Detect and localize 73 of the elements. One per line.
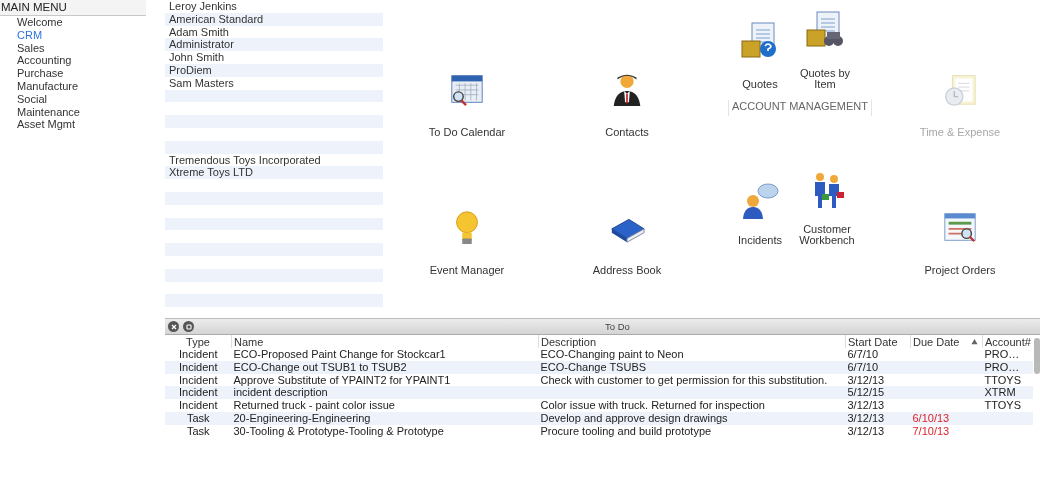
window-button[interactable] (183, 321, 194, 332)
table-cell: 6/7/10 (847, 360, 879, 373)
person-speech-icon[interactable] (740, 181, 780, 221)
menu-item[interactable]: Welcome (0, 16, 63, 29)
tile-label[interactable]: Address Book (592, 264, 662, 276)
table-cell: Incident (179, 399, 218, 412)
table-cell: XTRM (984, 386, 1016, 399)
account-name[interactable]: Sam Masters (169, 76, 234, 89)
table-cell: ECO-Proposed Paint Change for Stockcar1 (233, 348, 446, 361)
menu-item[interactable]: CRM (0, 28, 43, 42)
column-header[interactable]: Account# (982, 335, 1033, 348)
table-cell: ECO-Change out TSUB1 to TSUB2 (233, 360, 407, 373)
table-cell: 5/12/15 (847, 386, 885, 399)
table-cell: Incident (179, 373, 218, 386)
menu-item[interactable]: Manufacture (0, 80, 79, 93)
tile-label[interactable]: Event Manager (429, 264, 505, 276)
table-cell: 3/12/13 (847, 424, 885, 437)
table-cell: PRO… (984, 348, 1020, 361)
table-cell: 3/12/13 (847, 399, 885, 412)
scrollbar-thumb[interactable] (1034, 338, 1040, 374)
group-title: ACCOUNT MANAGEMENT (727, 100, 873, 116)
table-cell: Color issue with truck. Returned for inspection (540, 399, 765, 412)
menu-item[interactable]: Accounting (0, 54, 72, 68)
menu-item[interactable]: Social (0, 92, 47, 106)
menu-item[interactable]: Purchase (0, 67, 64, 80)
tile-label[interactable]: Quotes by Item (790, 68, 860, 90)
table-cell: PRO… (984, 360, 1020, 373)
tile-label[interactable]: Project Orders (924, 264, 996, 276)
column-header[interactable]: Description (538, 335, 846, 348)
table-cell: 6/10/13 (912, 412, 950, 425)
account-name[interactable]: Leroy Jenkins (169, 0, 237, 12)
menu-item[interactable]: Asset Mgmt (0, 118, 76, 132)
table-cell: 6/7/10 (847, 348, 879, 361)
table-cell: Procure tooling and build prototype (540, 424, 712, 437)
table-cell: TTOYS (984, 373, 1021, 386)
panel-title: To Do (605, 321, 630, 332)
column-header[interactable]: Type (165, 335, 232, 348)
account-name[interactable]: Tremendous Toys Incorporated (169, 153, 321, 166)
account-name[interactable]: John Smith (169, 51, 225, 64)
table-cell: 3/12/13 (847, 412, 885, 425)
tile-label[interactable]: Incidents (738, 235, 782, 246)
table-cell: Incident (179, 386, 218, 399)
main-menu-header: MAIN MENU (0, 0, 146, 16)
column-header[interactable]: Start Date (845, 335, 911, 348)
table-cell: TTOYS (984, 399, 1021, 412)
table-cell: 7/10/13 (912, 424, 950, 437)
table-cell: Incident (179, 360, 218, 373)
table-cell: incident description (233, 386, 328, 399)
table-cell: 30-Tooling & Prototype-Tooling & Prototype (233, 424, 444, 437)
close-button[interactable] (168, 321, 179, 332)
table-cell: Task (186, 424, 210, 437)
table-cell: Task (186, 412, 210, 425)
table-cell: ECO-Change TSUBS (540, 360, 647, 373)
tile-label[interactable]: To Do Calendar (428, 126, 506, 138)
table-cell: Check with customer to get permission for this substitution. (540, 373, 828, 386)
table-cell: ECO-Changing paint to Neon (540, 348, 684, 361)
table-cell: Incident (179, 348, 218, 361)
column-header[interactable]: Due Date (910, 335, 983, 348)
table-cell: Approve Substitute of YPAINT2 for YPAINT1 (233, 373, 451, 386)
table-cell: 20-Engineering-Engineering (233, 412, 371, 425)
account-name[interactable]: ProDiem (169, 64, 212, 76)
column-header[interactable]: Name (231, 335, 539, 348)
sort-ascending-icon (971, 338, 978, 345)
menu-item[interactable]: Maintenance (0, 105, 80, 119)
table-cell: 3/12/13 (847, 373, 885, 386)
account-name[interactable]: Adam Smith (169, 25, 229, 38)
document-binoculars-icon[interactable] (805, 10, 845, 50)
tile-label[interactable]: Customer Workbench (792, 224, 862, 246)
tile-label[interactable]: Contacts (605, 126, 649, 138)
table-cell: Returned truck - paint color issue (233, 399, 395, 412)
menu-item[interactable]: Sales (0, 41, 45, 55)
tile-label[interactable]: Quotes (742, 79, 778, 90)
table-cell: Develop and approve design drawings (540, 412, 728, 425)
